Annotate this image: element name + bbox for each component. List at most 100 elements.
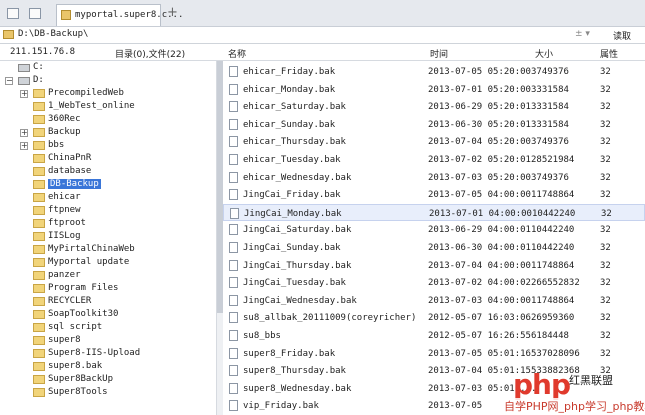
file-row[interactable]: su8_bbs 2012-05-07 16:26:55 6184448 32: [223, 327, 645, 344]
file-name: su8_bbs: [243, 331, 281, 341]
file-time: 2013-06-30 05:20:01: [428, 119, 531, 130]
file-row[interactable]: ehicar_Tuesday.bak 2013-07-02 05:20:01 285…: [223, 151, 645, 168]
collapse-icon[interactable]: −: [5, 77, 13, 85]
file-row[interactable]: ehicar_Friday.bak 2013-07-05 05:20:00 3749…: [223, 63, 645, 80]
tree-label: Myportal update: [48, 257, 130, 267]
tree-label: ftproot: [48, 218, 86, 228]
folder-icon: [33, 362, 45, 371]
folder-icon: [33, 297, 45, 306]
tab-bar: myportal.super8.c... +: [0, 0, 645, 27]
file-time: 2013-07-03 04:00:00: [428, 295, 531, 306]
file-row[interactable]: JingCai_Sunday.bak 2013-06-30 04:00:01 104…: [223, 239, 645, 256]
file-time: 2013-07-02 04:00:02: [428, 278, 531, 289]
read-button[interactable]: 读取: [613, 29, 631, 42]
tree-label: ehicar: [48, 192, 81, 202]
file-row[interactable]: JingCai_Tuesday.bak 2013-07-02 04:00:02 26…: [223, 274, 645, 291]
file-attr: 32: [600, 84, 611, 95]
tab-myportal[interactable]: myportal.super8.c...: [56, 4, 183, 26]
folder-icon: [33, 180, 45, 189]
file-time: 2012-05-07 16:03:06: [428, 313, 531, 324]
back-page-icon[interactable]: [7, 8, 19, 19]
tree-label: ChinaPnR: [48, 153, 92, 163]
file-time: 2013-07-01 05:20:00: [428, 84, 531, 95]
file-icon: [229, 294, 238, 306]
file-row[interactable]: ehicar_Monday.bak 2013-07-01 05:20:00 3331…: [223, 81, 645, 98]
tree-label: ftpnew: [48, 205, 81, 215]
address-input[interactable]: D:\DB-Backup\: [18, 29, 88, 39]
file-row[interactable]: ehicar_Sunday.bak 2013-06-30 05:20:01 3331…: [223, 116, 645, 133]
file-row[interactable]: ehicar_Saturday.bak 2013-06-29 05:20:01 33…: [223, 98, 645, 115]
file-icon: [229, 259, 238, 271]
folder-icon: [33, 245, 45, 254]
file-size: 6184448: [531, 331, 569, 341]
file-row[interactable]: super8_Friday.bak 2013-07-05 05:01:16 5370…: [223, 345, 645, 362]
folder-tree: C: − D: + PrecompiledWeb 1_WebTest_online 3…: [0, 61, 216, 415]
file-size: 3749376: [531, 137, 569, 148]
column-size[interactable]: 大小: [535, 47, 553, 60]
file-name: ehicar_Friday.bak: [243, 67, 336, 77]
folder-icon: [33, 102, 45, 111]
file-icon: [229, 382, 238, 394]
file-attr: 32: [600, 155, 611, 165]
file-name: JingCai_Wednesday.bak: [243, 295, 357, 306]
tree-scrollbar[interactable]: [216, 61, 223, 415]
file-time: 2013-06-30 04:00:01: [428, 243, 531, 253]
expand-icon[interactable]: +: [20, 142, 28, 150]
history-dropdown[interactable]: ± ▾: [575, 29, 590, 39]
file-row[interactable]: ehicar_Wednesday.bak 2013-07-03 05:20:00 3…: [223, 169, 645, 186]
folder-icon: [33, 141, 45, 150]
folder-icon: [33, 336, 45, 345]
file-name: ehicar_Wednesday.bak: [243, 172, 352, 183]
expand-icon[interactable]: +: [20, 90, 28, 98]
folder-icon: [33, 323, 45, 332]
file-icon: [229, 224, 238, 236]
folder-icon: [33, 258, 45, 267]
file-name: super8_Friday.bak: [243, 348, 336, 359]
file-name: ehicar_Monday.bak: [243, 84, 336, 95]
folder-icon: [3, 30, 14, 39]
file-time: 2013-07-03 05:20:00: [428, 172, 531, 183]
file-size: 11748864: [531, 190, 575, 201]
file-size: 3749376: [531, 172, 569, 183]
tree-label: SoapToolkit30: [48, 309, 119, 319]
file-row[interactable]: ehicar_Thursday.bak 2013-07-04 05:20:00 37…: [223, 133, 645, 150]
file-name: su8_allbak_20111009(coreyricher): [243, 313, 417, 324]
file-row[interactable]: JingCai_Wednesday.bak 2013-07-03 04:00:00…: [223, 292, 645, 309]
file-time: 2013-07-04 05:20:00: [428, 137, 531, 148]
file-name: ehicar_Saturday.bak: [243, 102, 346, 113]
expand-icon[interactable]: +: [20, 129, 28, 137]
file-row[interactable]: JingCai_Friday.bak 2013-07-05 04:00:00 117…: [223, 186, 645, 203]
file-row[interactable]: JingCai_Thursday.bak 2013-07-04 04:00:00 1…: [223, 257, 645, 274]
file-icon: [229, 189, 238, 201]
file-row[interactable]: JingCai_Saturday.bak 2013-06-29 04:00:01 1…: [223, 221, 645, 238]
tree-label: C:: [33, 62, 44, 72]
file-attr: 32: [600, 260, 611, 271]
file-list: ehicar_Friday.bak 2013-07-05 05:20:00 3749…: [223, 61, 645, 415]
file-attr: 32: [600, 102, 611, 113]
file-attr: 32: [600, 243, 611, 253]
file-icon: [229, 312, 238, 324]
file-size: 10442240: [531, 243, 575, 253]
column-time[interactable]: 时间: [430, 47, 448, 60]
new-tab-button[interactable]: +: [167, 5, 178, 20]
tree-label: Super8BackUp: [48, 374, 114, 384]
file-name: JingCai_Friday.bak: [243, 190, 341, 201]
tree-label: super8: [48, 335, 81, 345]
file-time: 2013-07-04 04:00:00: [428, 260, 531, 271]
window-icon[interactable]: [29, 8, 41, 19]
file-row[interactable]: su8_allbak_20111009(coreyricher) 2012-05-…: [223, 309, 645, 326]
watermark-text: 红黑联盟: [569, 374, 613, 387]
tree-label: bbs: [48, 140, 65, 150]
column-attr[interactable]: 属性: [600, 47, 618, 60]
tree-label: panzer: [48, 270, 81, 280]
column-name[interactable]: 名称: [228, 47, 246, 60]
file-attr: 32: [600, 67, 611, 77]
file-name: ehicar_Thursday.bak: [243, 137, 346, 148]
folder-icon: [33, 232, 45, 241]
file-size: 537028096: [531, 348, 580, 359]
file-name: super8_Thursday.bak: [243, 366, 346, 377]
tree-label: IISLog: [48, 231, 81, 241]
file-row[interactable]: JingCai_Monday.bak 2013-07-01 04:00:00 104…: [223, 203, 645, 221]
file-icon: [230, 207, 239, 219]
file-time: 2013-07-01 04:00:00: [429, 208, 532, 219]
